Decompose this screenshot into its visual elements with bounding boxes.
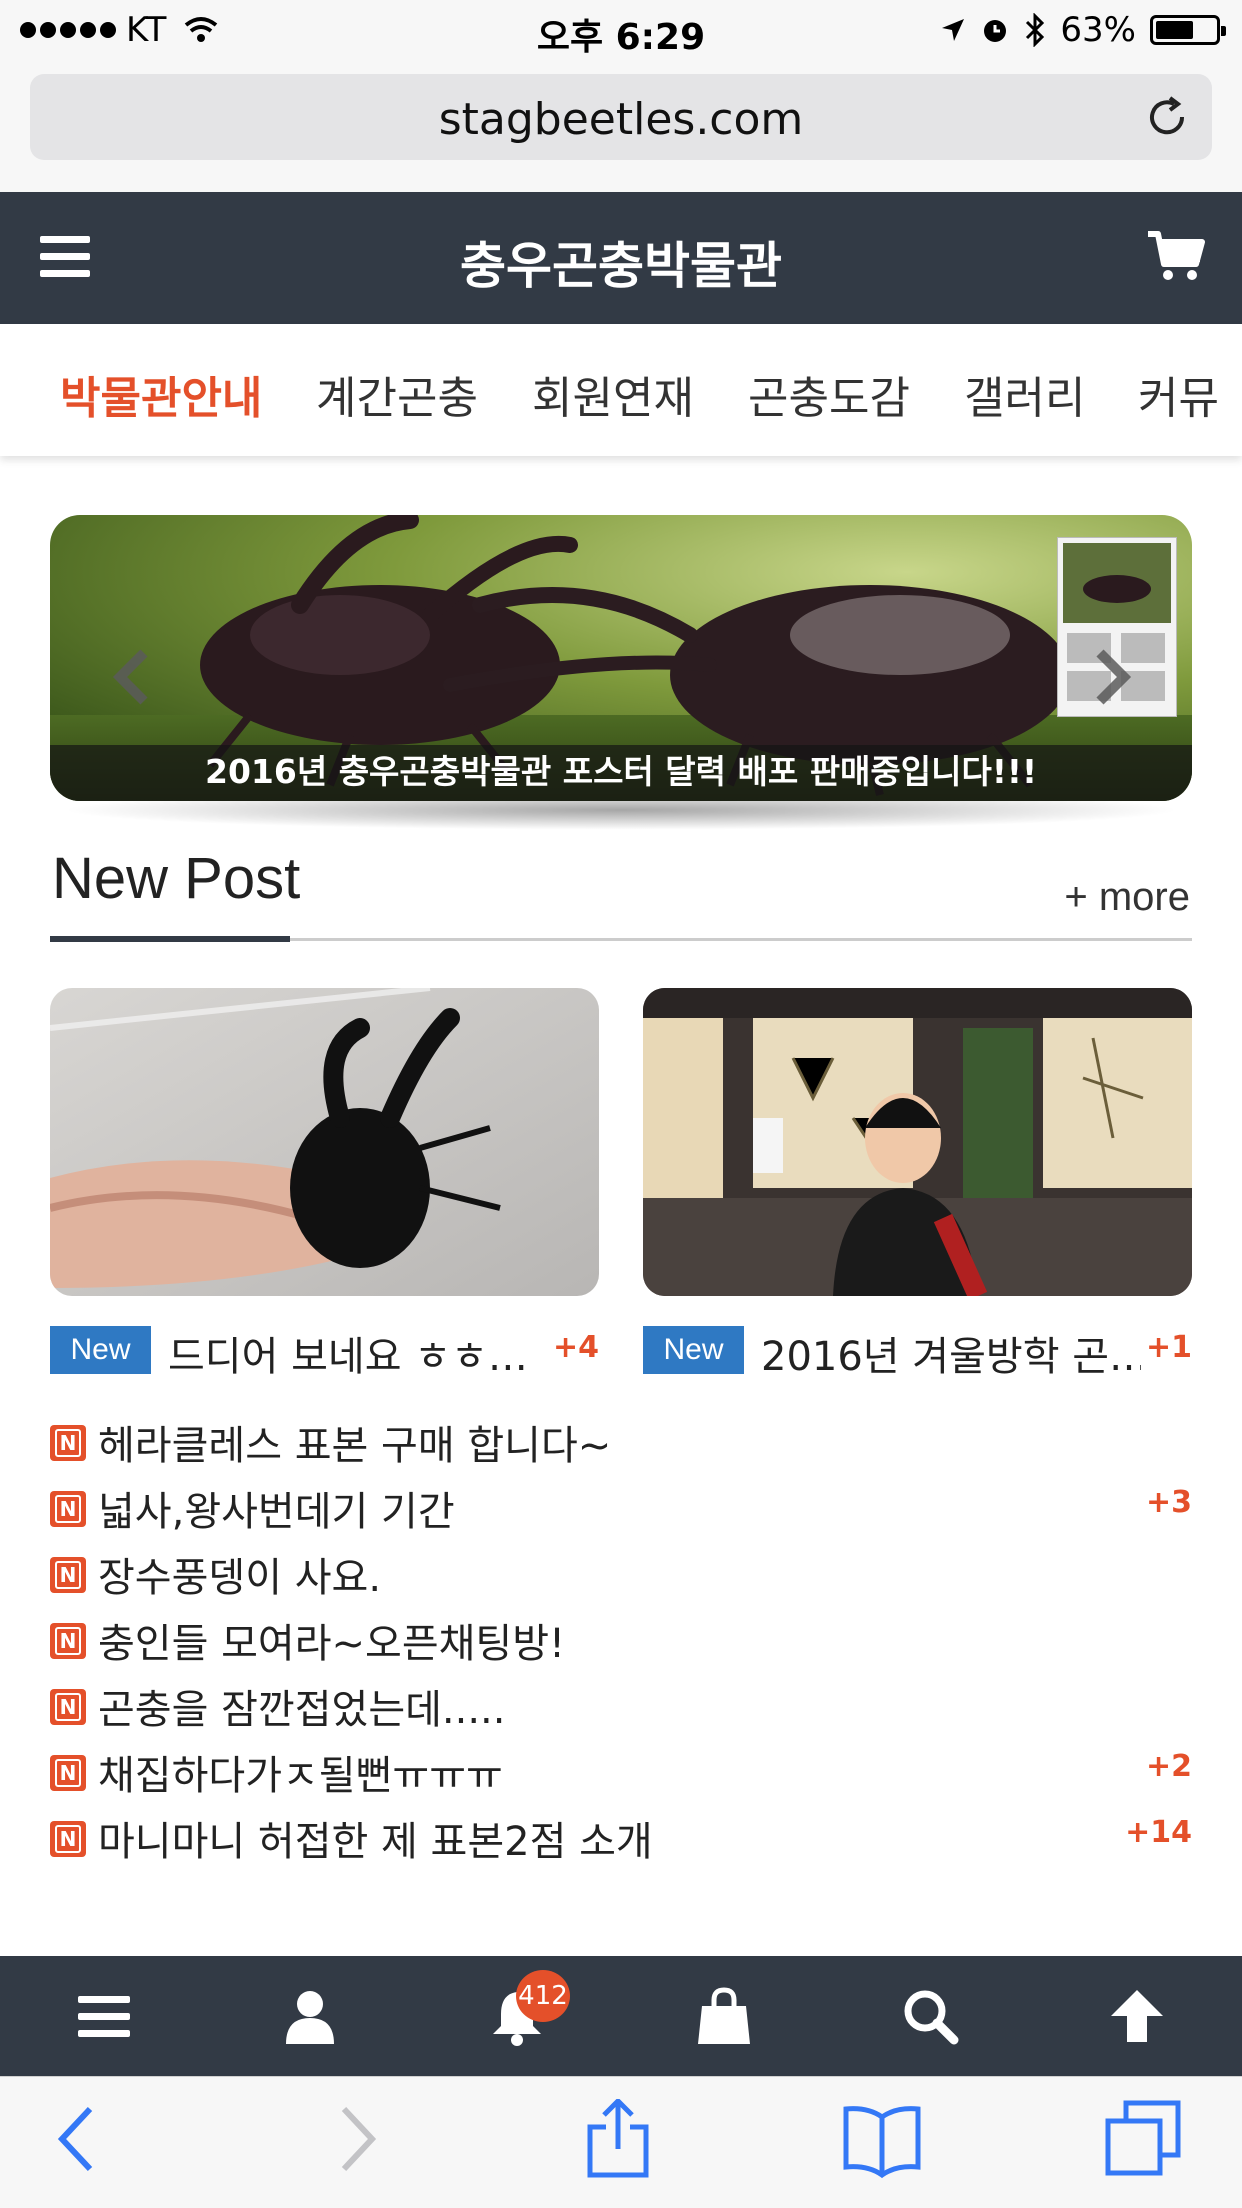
comment-count: +3: [1145, 1485, 1192, 1520]
nav-item-museum-info[interactable]: 박물관안내: [60, 362, 262, 426]
status-bar: KT 오후 6:29 63%: [0, 0, 1242, 62]
nav-item-gallery[interactable]: 갤러리: [964, 362, 1085, 426]
site-title[interactable]: 충우곤충박물관: [0, 226, 1242, 298]
post-card-2[interactable]: New 2016년 겨울방학 곤… +1: [643, 988, 1192, 1380]
post-title[interactable]: 장수풍뎅이 사요.: [98, 1545, 381, 1603]
section-title-new-post: New Post: [52, 846, 301, 911]
banner-prev-arrow-icon[interactable]: [112, 647, 152, 707]
comment-count: +2: [1145, 1749, 1192, 1784]
menu-icon[interactable]: [74, 1986, 134, 2046]
search-icon[interactable]: [900, 1986, 960, 2046]
site-header: 충우곤충박물관: [0, 192, 1242, 324]
post-title[interactable]: 곤충을 잠깐접었는데.....: [98, 1677, 506, 1735]
safari-toolbar: [0, 2076, 1242, 2208]
new-badge: New: [643, 1326, 744, 1374]
new-badge: New: [50, 1326, 151, 1374]
new-post-icon: N: [50, 1425, 86, 1461]
new-post-icon: N: [50, 1755, 86, 1791]
post-list: N 헤라클레스 표본 구매 합니다~ N 넓사,왕사번데기 기간 +3 N 장수…: [50, 1405, 1192, 1867]
banner-caption: 2016년 충우곤충박물관 포스터 달력 배포 판매중입니다!!!: [205, 752, 1037, 791]
new-post-icon: N: [50, 1821, 86, 1857]
list-item[interactable]: N 곤충을 잠깐접었는데.....: [50, 1669, 1192, 1735]
new-post-icon: N: [50, 1557, 86, 1593]
carrier-label: KT: [126, 10, 167, 50]
user-icon[interactable]: [280, 1986, 340, 2046]
post-card-title[interactable]: 2016년 겨울방학 곤…: [761, 1324, 1141, 1382]
list-item[interactable]: N 충인들 모여라~오픈채팅방!: [50, 1603, 1192, 1669]
battery-fill: [1156, 21, 1193, 39]
cart-icon[interactable]: [1146, 228, 1206, 284]
post-card-meta: New 2016년 겨울방학 곤… +1: [643, 1324, 1192, 1380]
hamburger-menu-icon[interactable]: [40, 232, 92, 282]
site-toolbar: [0, 1956, 1242, 2076]
location-arrow-icon: [942, 19, 965, 41]
banner-slider[interactable]: 2016년 충우곤충박물관 포스터 달력 배포 판매중입니다!!!: [50, 515, 1192, 801]
reload-icon[interactable]: [1144, 94, 1190, 140]
post-card-meta: New 드디어 보네요 ㅎㅎ… +4: [50, 1324, 599, 1380]
forward-arrow-icon[interactable]: [316, 2099, 396, 2179]
list-item[interactable]: N 넓사,왕사번데기 기간 +3: [50, 1471, 1192, 1537]
battery-percent: 63%: [1060, 10, 1136, 50]
post-title[interactable]: 충인들 모여라~오픈채팅방!: [98, 1611, 565, 1669]
alarm-clock-icon: [984, 20, 1007, 42]
list-item[interactable]: N 마니마니 허접한 제 표본2점 소개 +14: [50, 1801, 1192, 1867]
post-title[interactable]: 마니마니 허접한 제 표본2점 소개: [98, 1809, 653, 1867]
post-title[interactable]: 채집하다가ㅈ될뻔ㅠㅠㅠ: [98, 1743, 503, 1801]
address-bar[interactable]: stagbeetles.com: [30, 74, 1212, 160]
nav-item-quarterly-insects[interactable]: 계간곤충: [316, 362, 478, 426]
signal-strength-icon: [20, 22, 116, 38]
url-text[interactable]: stagbeetles.com: [30, 94, 1212, 145]
wifi-icon: [185, 17, 218, 42]
post-title[interactable]: 헤라클레스 표본 구매 합니다~: [98, 1413, 611, 1471]
notification-badge: 412: [516, 1970, 570, 2022]
browser-chrome: stagbeetles.com: [0, 62, 1242, 192]
bluetooth-icon: [1026, 13, 1045, 47]
banner-next-arrow-icon[interactable]: [1092, 647, 1132, 707]
nav-item-community[interactable]: 커뮤: [1138, 362, 1219, 426]
list-item[interactable]: N 채집하다가ㅈ될뻔ㅠㅠㅠ +2: [50, 1735, 1192, 1801]
list-item[interactable]: N 헤라클레스 표본 구매 합니다~: [50, 1405, 1192, 1471]
post-title[interactable]: 넓사,왕사번데기 기간: [98, 1479, 455, 1537]
list-item[interactable]: N 장수풍뎅이 사요.: [50, 1537, 1192, 1603]
share-icon[interactable]: [578, 2099, 658, 2179]
post-card-title[interactable]: 드디어 보네요 ㅎㅎ…: [168, 1324, 548, 1382]
bookmarks-icon[interactable]: [842, 2099, 922, 2179]
section-divider-accent: [50, 936, 290, 942]
new-post-icon: N: [50, 1491, 86, 1527]
post-thumbnail-stag-beetle[interactable]: [50, 988, 599, 1296]
status-left: KT: [20, 10, 218, 50]
scroll-top-arrow-icon[interactable]: [1107, 1986, 1167, 2046]
tabs-icon[interactable]: [1104, 2099, 1184, 2179]
nav-item-member-series[interactable]: 회원연재: [532, 362, 694, 426]
comment-count: +14: [1125, 1815, 1192, 1850]
more-link[interactable]: + more: [1064, 875, 1190, 920]
category-nav: 박물관안내 계간곤충 회원연재 곤충도감 갤러리 커뮤: [0, 324, 1242, 456]
comment-count: +4: [552, 1330, 599, 1365]
nav-item-insect-guide[interactable]: 곤충도감: [748, 362, 910, 426]
comment-count: +1: [1145, 1330, 1192, 1365]
post-thumbnail-museum-visit[interactable]: [643, 988, 1192, 1296]
post-card-1[interactable]: New 드디어 보네요 ㅎㅎ… +4: [50, 988, 599, 1380]
shopping-bag-icon[interactable]: [694, 1986, 754, 2046]
new-post-icon: N: [50, 1623, 86, 1659]
battery-icon: [1150, 15, 1226, 45]
new-post-icon: N: [50, 1689, 86, 1725]
status-right: 63%: [940, 10, 1226, 50]
back-arrow-icon[interactable]: [38, 2099, 118, 2179]
